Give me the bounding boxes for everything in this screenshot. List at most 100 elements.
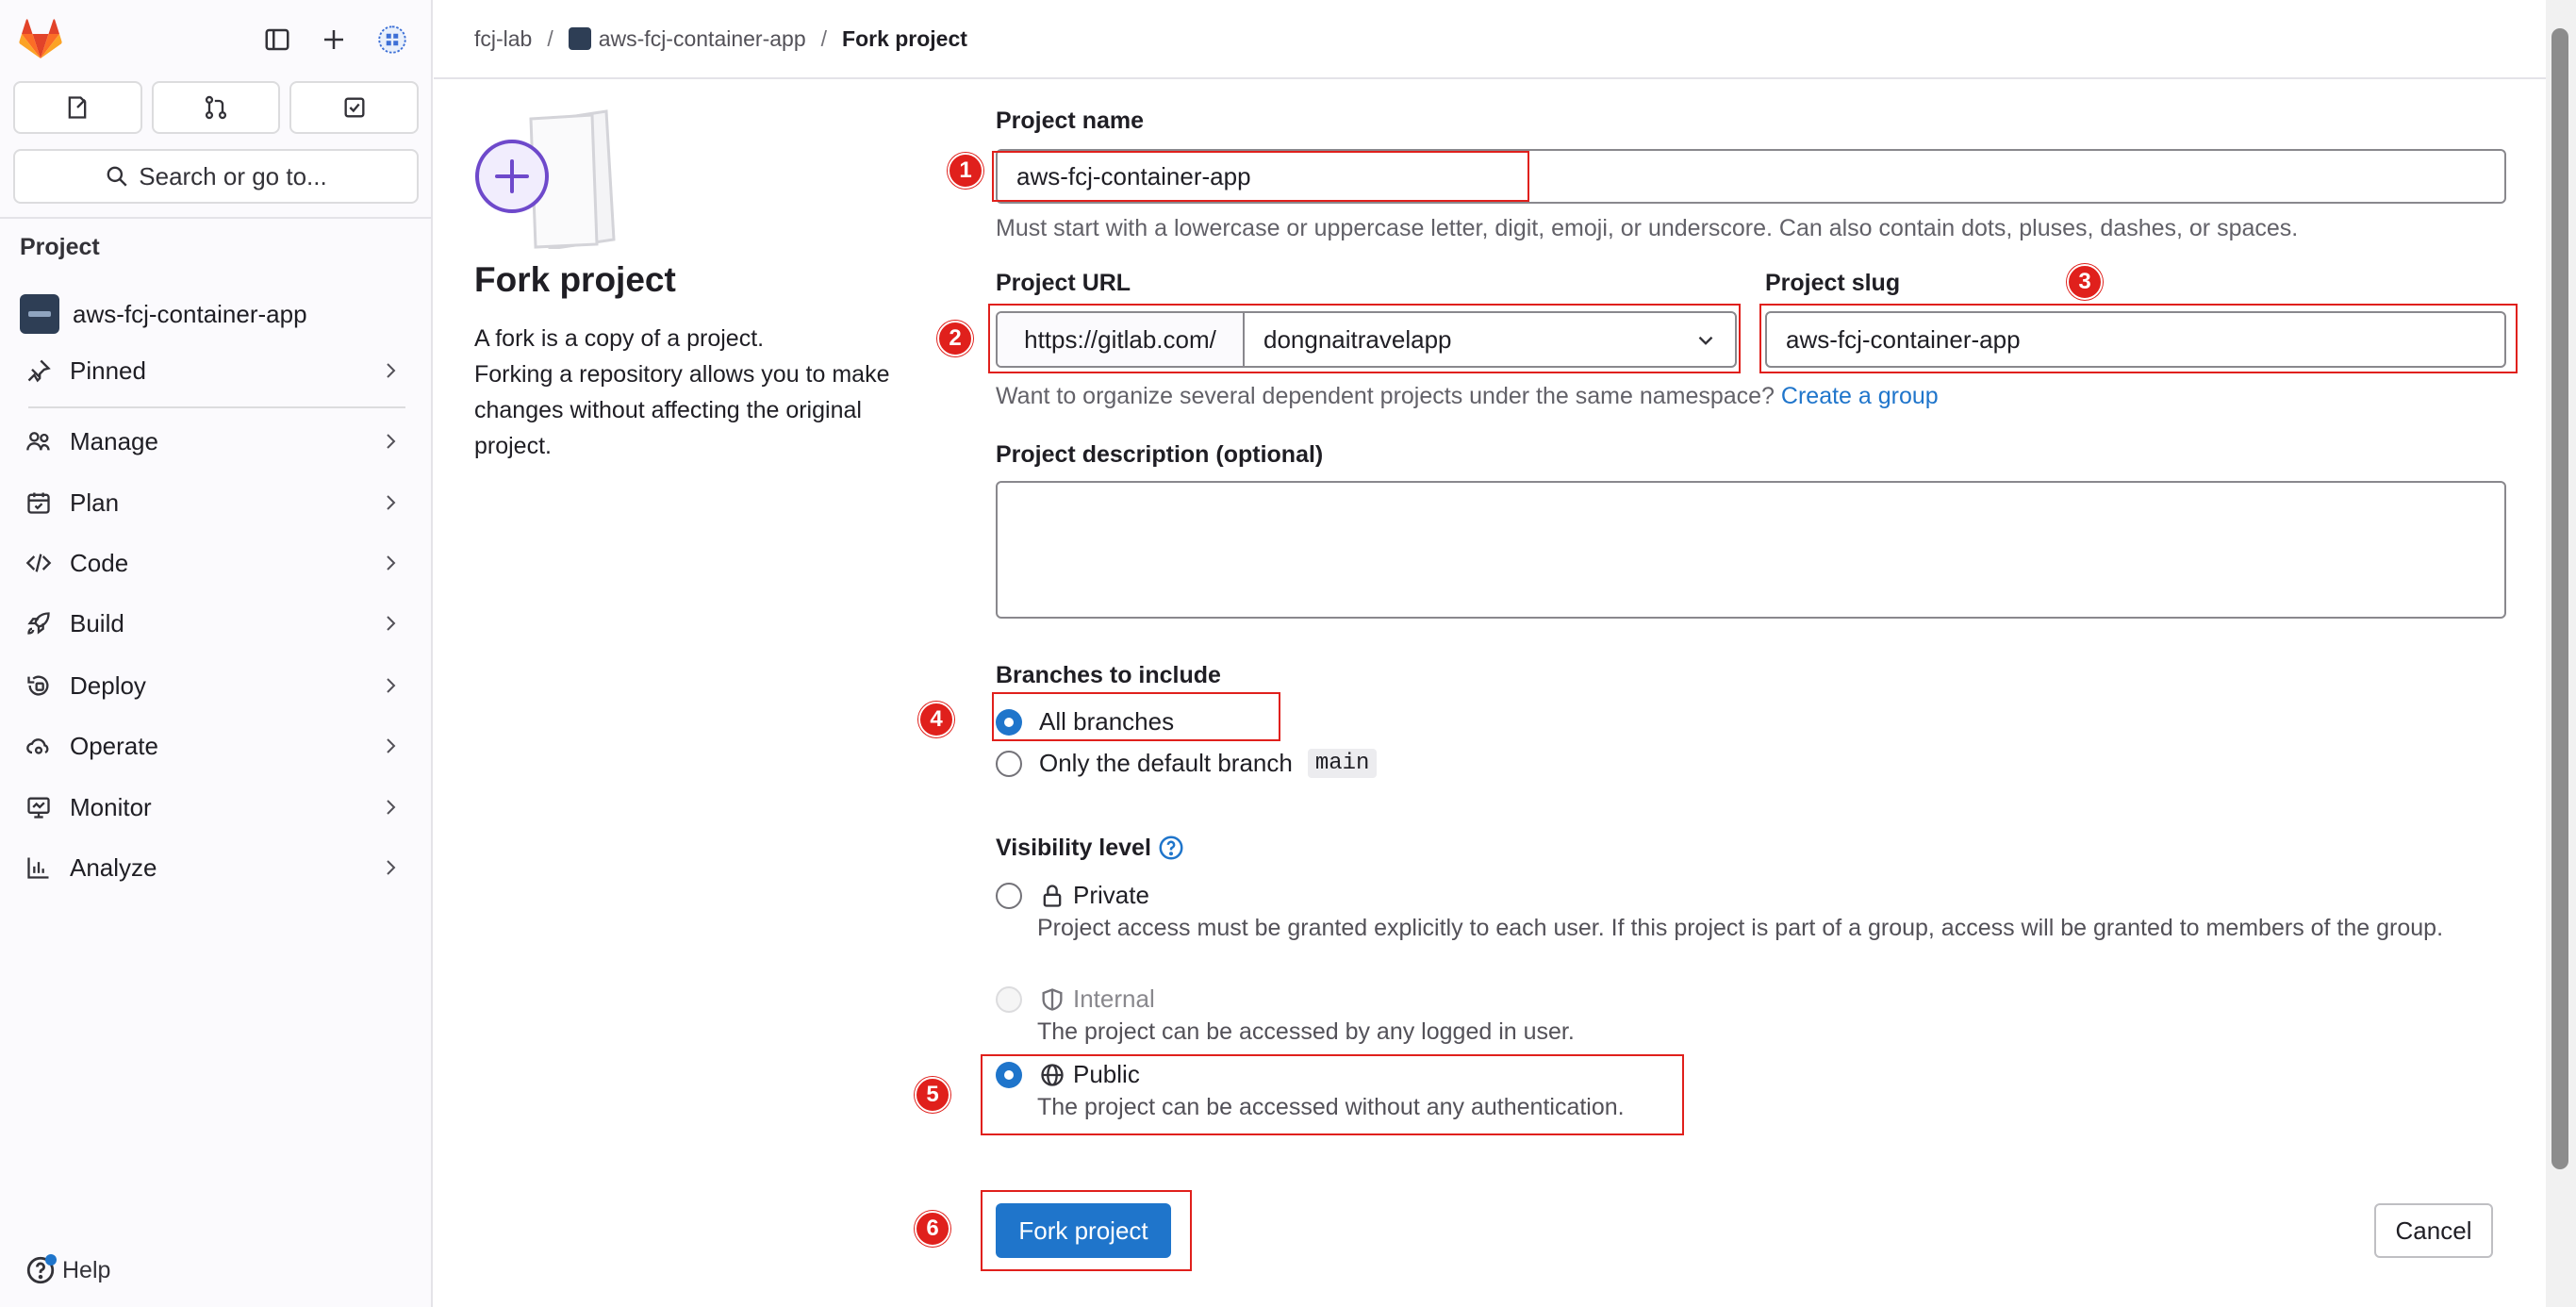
branch-default-radio[interactable] — [996, 750, 1022, 777]
annotation-box-6 — [981, 1190, 1192, 1271]
chevron-right-icon — [387, 495, 396, 510]
annotation-box-5 — [981, 1054, 1684, 1135]
sidebar: Search or go to... Project aws-fcj-conta… — [0, 0, 433, 1307]
todos-button[interactable] — [289, 81, 420, 134]
visibility-internal-radio — [996, 985, 1022, 1013]
sidebar-item-label: Deploy — [70, 670, 146, 700]
search-label: Search or go to... — [139, 161, 327, 190]
sidebar-divider — [0, 217, 433, 219]
sidebar-item-label: Operate — [70, 731, 158, 760]
annotation-number-2: 2 — [937, 321, 973, 356]
project-name-label: Project name — [996, 108, 1145, 134]
breadcrumb-project-avatar — [568, 27, 591, 50]
sidebar-item-label: Manage — [70, 426, 158, 455]
chart-icon — [27, 857, 49, 879]
deploy-icon — [27, 675, 49, 696]
merge-request-icon — [205, 95, 227, 120]
sidebar-item-manage[interactable]: Manage — [13, 415, 421, 468]
branch-default-option[interactable]: Only the default branch main — [996, 749, 1378, 778]
sidebar-item-code[interactable]: Code — [13, 537, 421, 589]
chevron-right-icon — [387, 434, 396, 449]
page-scrollbar[interactable] — [2546, 0, 2576, 1307]
page-description: A fork is a copy of a project. Forking a… — [474, 321, 927, 464]
sidebar-item-monitor[interactable]: Monitor — [13, 781, 421, 834]
breadcrumb-current: Fork project — [842, 25, 967, 51]
users-icon — [26, 432, 50, 451]
plus-icon — [324, 30, 343, 49]
sidebar-item-build[interactable]: Build — [13, 597, 421, 650]
code-icon — [25, 554, 52, 572]
chevron-right-icon — [387, 800, 396, 815]
pinned-divider — [28, 406, 405, 408]
sidebar-item-operate[interactable]: Operate — [13, 720, 421, 772]
project-avatar — [20, 294, 59, 334]
project-description-label: Project description (optional) — [996, 441, 1324, 468]
sidebar-project-link[interactable]: aws-fcj-container-app — [20, 294, 307, 334]
user-avatar-button[interactable] — [373, 21, 411, 58]
description-line-1: A fork is a copy of a project. — [474, 325, 765, 352]
annotation-box-4 — [992, 692, 1280, 741]
annotation-box-2 — [988, 304, 1741, 373]
sidebar-item-label: Analyze — [70, 852, 157, 882]
sidebar-item-analyze[interactable]: Analyze — [13, 841, 421, 894]
sidebar-item-deploy[interactable]: Deploy — [13, 659, 421, 712]
issues-button[interactable] — [13, 81, 142, 134]
shield-icon — [1042, 987, 1063, 1011]
user-avatar-icon — [378, 25, 406, 54]
sidebar-header — [0, 0, 433, 79]
search-icon — [107, 166, 127, 187]
help-button[interactable]: Help — [25, 1254, 110, 1286]
search-button[interactable]: Search or go to... — [13, 149, 419, 204]
quick-actions — [13, 81, 420, 136]
sidebar-section-title: Project — [20, 234, 100, 260]
breadcrumb-group-link[interactable]: fcj-lab — [474, 26, 532, 52]
chevron-right-icon — [387, 738, 396, 753]
annotation-box-3 — [1759, 304, 2518, 373]
visibility-label: Visibility level — [996, 834, 1151, 861]
issues-icon — [68, 96, 87, 119]
sidebar-item-plan[interactable]: Plan — [13, 476, 421, 529]
chevron-right-icon — [387, 616, 396, 631]
gitlab-logo-icon[interactable] — [19, 19, 62, 60]
chevron-right-icon — [387, 678, 396, 693]
breadcrumb-project-link[interactable]: aws-fcj-container-app — [599, 26, 806, 52]
project-url-label: Project URL — [996, 270, 1131, 296]
sidebar-item-pinned[interactable]: Pinned — [13, 344, 421, 397]
sidebar-item-label: Code — [70, 548, 129, 577]
breadcrumb-separator: / — [547, 25, 553, 51]
annotation-number-6: 6 — [915, 1211, 950, 1247]
annotation-number-5: 5 — [915, 1077, 950, 1113]
toggle-sidebar-button[interactable] — [258, 21, 296, 58]
lock-icon — [1043, 884, 1062, 907]
namespace-help: Want to organize several dependent proje… — [996, 383, 1939, 410]
sidebar-project-name: aws-fcj-container-app — [73, 299, 307, 328]
annotation-number-3: 3 — [2067, 264, 2103, 300]
chevron-right-icon — [387, 860, 396, 875]
fork-illustration-icon — [475, 109, 616, 249]
chevron-right-icon — [387, 555, 396, 571]
create-group-link[interactable]: Create a group — [1781, 383, 1939, 409]
visibility-private-option[interactable]: Private — [996, 881, 1149, 910]
sidebar-item-label: Build — [70, 608, 124, 637]
branch-default-label: Only the default branch — [1039, 749, 1293, 777]
monitor-icon — [27, 797, 50, 819]
description-line-2: Forking a repository allows you to make … — [474, 361, 890, 459]
question-circle-icon[interactable] — [1157, 834, 1185, 862]
branches-label: Branches to include — [996, 662, 1221, 688]
visibility-internal-label: Internal — [1073, 984, 1155, 1013]
annotation-box-1 — [992, 151, 1529, 202]
annotation-number-4: 4 — [918, 702, 954, 737]
project-description-textarea[interactable] — [996, 481, 2506, 619]
visibility-private-radio[interactable] — [996, 882, 1022, 909]
cancel-button[interactable]: Cancel — [2374, 1203, 2493, 1258]
merge-requests-button[interactable] — [151, 81, 281, 134]
sidebar-item-label: Plan — [70, 488, 120, 517]
project-name-help: Must start with a lowercase or uppercase… — [996, 215, 2299, 241]
namespace-help-text: Want to organize several dependent proje… — [996, 383, 1775, 409]
visibility-internal-description: The project can be accessed by any logge… — [1037, 1018, 1575, 1045]
visibility-label-row: Visibility level — [996, 834, 1185, 862]
cloud-gear-icon — [26, 738, 49, 754]
create-new-button[interactable] — [315, 21, 353, 58]
default-branch-chip: main — [1307, 749, 1378, 778]
scrollbar-thumb[interactable] — [2551, 28, 2568, 1169]
